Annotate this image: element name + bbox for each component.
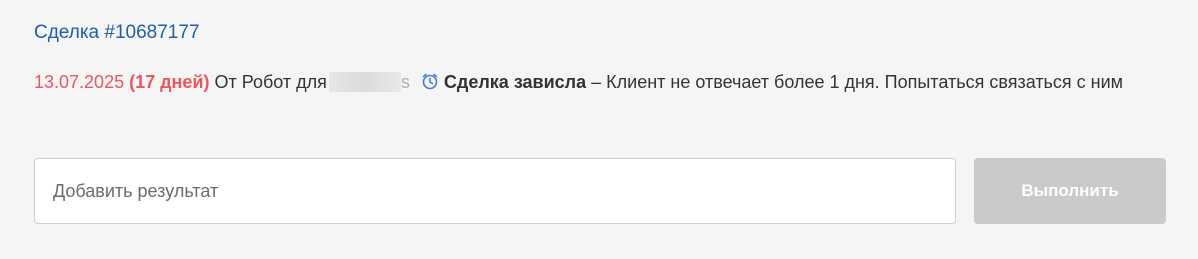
- task-type: Сделка зависла: [443, 72, 587, 92]
- task-text: 13.07.2025 (17 дней) От Робот для s Сделк…: [34, 67, 1154, 98]
- task-date: 13.07.2025: [34, 72, 125, 92]
- redacted-block: [328, 72, 401, 92]
- task-card: Сделка #10687177 13.07.2025 (17 дней) От…: [0, 0, 1198, 259]
- redacted-tail: s: [400, 72, 410, 92]
- alarm-clock-icon: [422, 73, 438, 90]
- execute-button[interactable]: Выполнить: [974, 158, 1166, 224]
- deal-link[interactable]: Сделка #10687177: [34, 20, 200, 46]
- result-input[interactable]: [34, 158, 956, 224]
- task-author: От Робот для: [214, 72, 327, 92]
- task-description: – Клиент не отвечает более 1 дня. Попыта…: [591, 72, 1124, 92]
- overdue-days: (17 дней): [129, 72, 210, 92]
